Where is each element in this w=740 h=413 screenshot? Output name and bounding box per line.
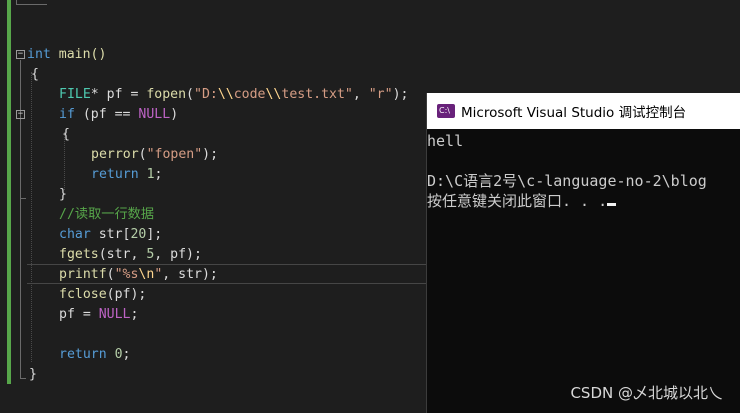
code-line-null-assign: pf = NULL; [59,307,139,322]
console-title: Microsoft Visual Studio 调试控制台 [461,105,687,121]
fold-toggle-if-icon[interactable]: − [16,110,25,119]
fold-outline-previous [16,0,47,5]
code-line-if-open-brace: { [62,127,70,142]
code-line-if-close-brace: } [59,187,67,202]
console-output[interactable]: hell D:\C语言2号\c-language-no-2\blog 按任意键关… [427,129,740,413]
code-line-open-brace: { [31,67,39,82]
code-line-fopen: FILE* pf = fopen("D:\\code\\test.txt", "… [59,87,409,102]
code-line-if-check: if (pf == NULL) [59,107,179,122]
fold-toggle-main-icon[interactable]: − [16,50,25,59]
code-line-fclose: fclose(pf); [59,287,147,302]
fold-end-if [20,198,26,199]
console-prompt-text: 按任意键关闭此窗口. . . [427,192,608,210]
code-line-return-0: return 0; [59,347,131,362]
debug-console-window[interactable]: C:\ Microsoft Visual Studio 调试控制台 hell D… [426,93,740,413]
fold-line-if [20,120,21,198]
change-tracking-bar [7,0,11,384]
code-line-comment: //读取一行数据 [59,207,155,222]
console-title-bar[interactable]: C:\ Microsoft Visual Studio 调试控制台 [427,93,740,129]
code-line-char-decl: char str[20]; [59,227,163,242]
console-line-prompt: 按任意键关闭此窗口. . . [427,191,617,211]
code-line-perror: perror("fopen"); [91,147,219,162]
code-line-close-brace: } [29,367,37,382]
csdn-watermark: CSDN @乄北城以北乀 [570,384,723,402]
fold-line-main [20,60,21,378]
console-line-path: D:\C语言2号\c-language-no-2\blog [427,172,707,190]
visual-studio-console-icon: C:\ [437,104,455,118]
code-line-main-signature: int main() [27,47,107,62]
console-cursor [607,203,617,206]
code-line-fgets: fgets(str, 5, pf); [59,247,202,262]
code-line-printf: printf("%s\n", str); [59,267,218,282]
console-line-output: hell [427,132,464,150]
code-line-return-1: return 1; [91,167,163,182]
indent-guide-main [31,72,32,362]
fold-end-main [20,378,26,379]
